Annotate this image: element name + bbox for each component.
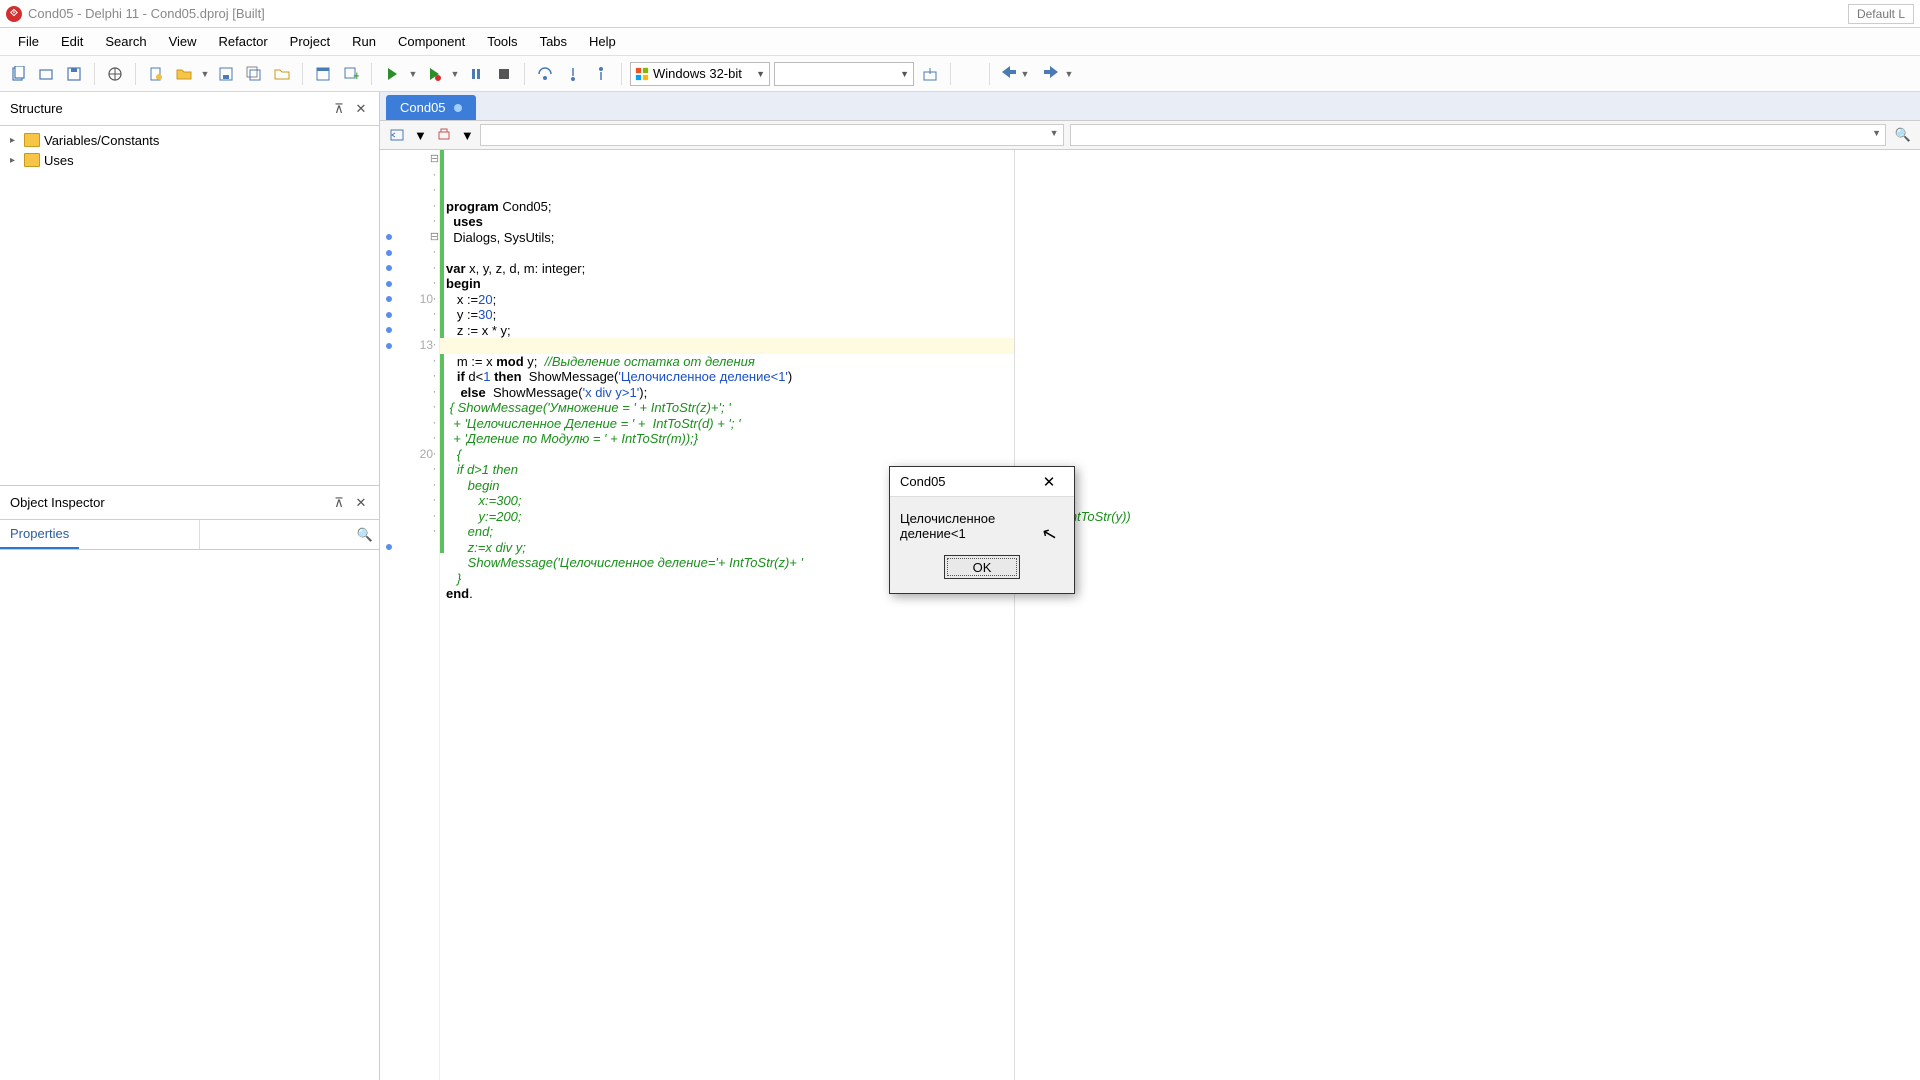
close-icon[interactable]: ✕ bbox=[353, 495, 369, 511]
deploy-icon[interactable] bbox=[918, 62, 942, 86]
print-icon[interactable] bbox=[433, 124, 455, 146]
menu-search[interactable]: Search bbox=[95, 30, 156, 53]
code-body[interactable]: program Cond05; uses Dialogs, SysUtils;v… bbox=[440, 150, 1015, 1080]
dialog-message: Целочисленное деление<1 bbox=[890, 497, 1074, 547]
tree-label: Variables/Constants bbox=[44, 133, 159, 148]
platform-combo[interactable]: Windows 32-bit ▼ bbox=[630, 62, 770, 86]
search-icon[interactable]: 🔍 bbox=[357, 527, 373, 543]
inspector-panel-header: Object Inspector ⊼ ✕ bbox=[0, 486, 379, 520]
new-file-icon[interactable] bbox=[144, 62, 168, 86]
tree-item-variables[interactable]: ▸ Variables/Constants bbox=[6, 130, 373, 150]
folder-icon bbox=[24, 133, 40, 147]
menu-help[interactable]: Help bbox=[579, 30, 626, 53]
inspector-title: Object Inspector bbox=[10, 495, 105, 510]
dropdown-arrow-icon[interactable]: ▼ bbox=[200, 69, 210, 79]
globe-icon[interactable] bbox=[103, 62, 127, 86]
inspector-search[interactable]: 🔍 bbox=[199, 520, 379, 549]
code-editor[interactable]: ⊟····⊟···10···13·······20······ program … bbox=[380, 150, 1920, 1080]
file-tabs: Cond05 bbox=[380, 92, 1920, 120]
menu-component[interactable]: Component bbox=[388, 30, 475, 53]
menu-run[interactable]: Run bbox=[342, 30, 386, 53]
pin-icon[interactable]: ⊼ bbox=[331, 101, 347, 117]
close-icon[interactable]: ✕ bbox=[1034, 471, 1064, 493]
folder-icon[interactable] bbox=[270, 62, 294, 86]
folder-icon bbox=[24, 153, 40, 167]
chevron-down-icon: ▼ bbox=[900, 69, 909, 79]
layout-selector[interactable]: Default L bbox=[1848, 4, 1914, 24]
windows-icon bbox=[635, 67, 649, 81]
chevron-down-icon[interactable]: ▼ bbox=[1020, 69, 1030, 79]
chevron-down-icon[interactable]: ▼ bbox=[461, 128, 474, 143]
nav-back[interactable]: ▼ bbox=[998, 64, 1030, 83]
structure-panel-header: Structure ⊼ ✕ bbox=[0, 92, 379, 126]
run-nodebug-dropdown-icon[interactable]: ▼ bbox=[450, 69, 460, 79]
tab-properties[interactable]: Properties bbox=[0, 520, 79, 549]
structure-tree[interactable]: ▸ Variables/Constants ▸ Uses bbox=[0, 126, 379, 486]
menu-refactor[interactable]: Refactor bbox=[209, 30, 278, 53]
form-icon[interactable] bbox=[311, 62, 335, 86]
stop-icon[interactable] bbox=[492, 62, 516, 86]
pin-icon[interactable]: ⊼ bbox=[331, 495, 347, 511]
run-dropdown-icon[interactable]: ▼ bbox=[408, 69, 418, 79]
save-file-icon[interactable] bbox=[214, 62, 238, 86]
nav-back-icon[interactable] bbox=[386, 124, 408, 146]
code-overflow[interactable]: + IntToStr(y)) bbox=[1015, 150, 1920, 1080]
open-icon[interactable] bbox=[34, 62, 58, 86]
menu-file[interactable]: File bbox=[8, 30, 49, 53]
save-all-icon[interactable] bbox=[242, 62, 266, 86]
nav-forward[interactable]: ▼ bbox=[1042, 64, 1074, 83]
title-bar: ⟐ Cond05 - Delphi 11 - Cond05.dproj [Bui… bbox=[0, 0, 1920, 28]
inspector-search-input[interactable] bbox=[200, 520, 379, 549]
chevron-down-icon[interactable]: ▼ bbox=[414, 128, 427, 143]
step-over-icon[interactable] bbox=[533, 62, 557, 86]
save-icon[interactable] bbox=[62, 62, 86, 86]
platform-label: Windows 32-bit bbox=[653, 66, 742, 81]
ok-button[interactable]: OK bbox=[944, 555, 1020, 579]
svg-text:+: + bbox=[353, 68, 359, 82]
menu-edit[interactable]: Edit bbox=[51, 30, 93, 53]
chevron-down-icon: ▼ bbox=[756, 69, 765, 79]
tree-label: Uses bbox=[44, 153, 74, 168]
menu-tools[interactable]: Tools bbox=[477, 30, 527, 53]
gutter[interactable]: ⊟····⊟···10···13·······20······ bbox=[380, 150, 440, 1080]
menu-bar: File Edit Search View Refactor Project R… bbox=[0, 28, 1920, 56]
run-icon[interactable] bbox=[380, 62, 404, 86]
file-tab-label: Cond05 bbox=[400, 100, 446, 115]
open-folder-icon[interactable] bbox=[172, 62, 196, 86]
expand-icon[interactable]: ▸ bbox=[10, 135, 20, 146]
new-items-icon[interactable] bbox=[6, 62, 30, 86]
search-icon[interactable]: 🔍 bbox=[1892, 124, 1914, 146]
modified-dot-icon bbox=[454, 104, 462, 112]
chevron-down-icon[interactable]: ▼ bbox=[1064, 69, 1074, 79]
pause-icon[interactable] bbox=[464, 62, 488, 86]
chevron-down-icon: ▼ bbox=[1050, 128, 1059, 138]
arrow-left-icon bbox=[998, 64, 1018, 83]
nav-combo-2[interactable]: ▼ bbox=[1070, 124, 1886, 146]
toolbar: ▼ + ▼ ▼ Windows 32-bit ▼ ▼ ▼ ▼ bbox=[0, 56, 1920, 92]
expand-icon[interactable]: ▸ bbox=[10, 155, 20, 166]
close-icon[interactable]: ✕ bbox=[353, 101, 369, 117]
file-tab-cond05[interactable]: Cond05 bbox=[386, 95, 476, 120]
menu-view[interactable]: View bbox=[159, 30, 207, 53]
step-into-icon[interactable] bbox=[561, 62, 585, 86]
app-icon: ⟐ bbox=[6, 6, 22, 22]
step-out-icon[interactable] bbox=[589, 62, 613, 86]
chevron-down-icon: ▼ bbox=[1872, 128, 1881, 138]
arrow-right-icon bbox=[1042, 64, 1062, 83]
nav-combo-1[interactable]: ▼ bbox=[480, 124, 1064, 146]
run-nodebug-icon[interactable] bbox=[422, 62, 446, 86]
config-combo[interactable]: ▼ bbox=[774, 62, 914, 86]
menu-tabs[interactable]: Tabs bbox=[530, 30, 577, 53]
dialog-title: Cond05 bbox=[900, 474, 946, 489]
structure-title: Structure bbox=[10, 101, 63, 116]
window-title: Cond05 - Delphi 11 - Cond05.dproj [Built… bbox=[28, 6, 265, 21]
add-form-icon[interactable]: + bbox=[339, 62, 363, 86]
dialog-titlebar[interactable]: Cond05 ✕ bbox=[890, 467, 1074, 497]
tree-item-uses[interactable]: ▸ Uses bbox=[6, 150, 373, 170]
message-dialog: Cond05 ✕ Целочисленное деление<1 OK bbox=[889, 466, 1075, 594]
editor-toolbar: ▼ ▼ ▼ ▼ 🔍 bbox=[380, 120, 1920, 150]
menu-project[interactable]: Project bbox=[280, 30, 340, 53]
